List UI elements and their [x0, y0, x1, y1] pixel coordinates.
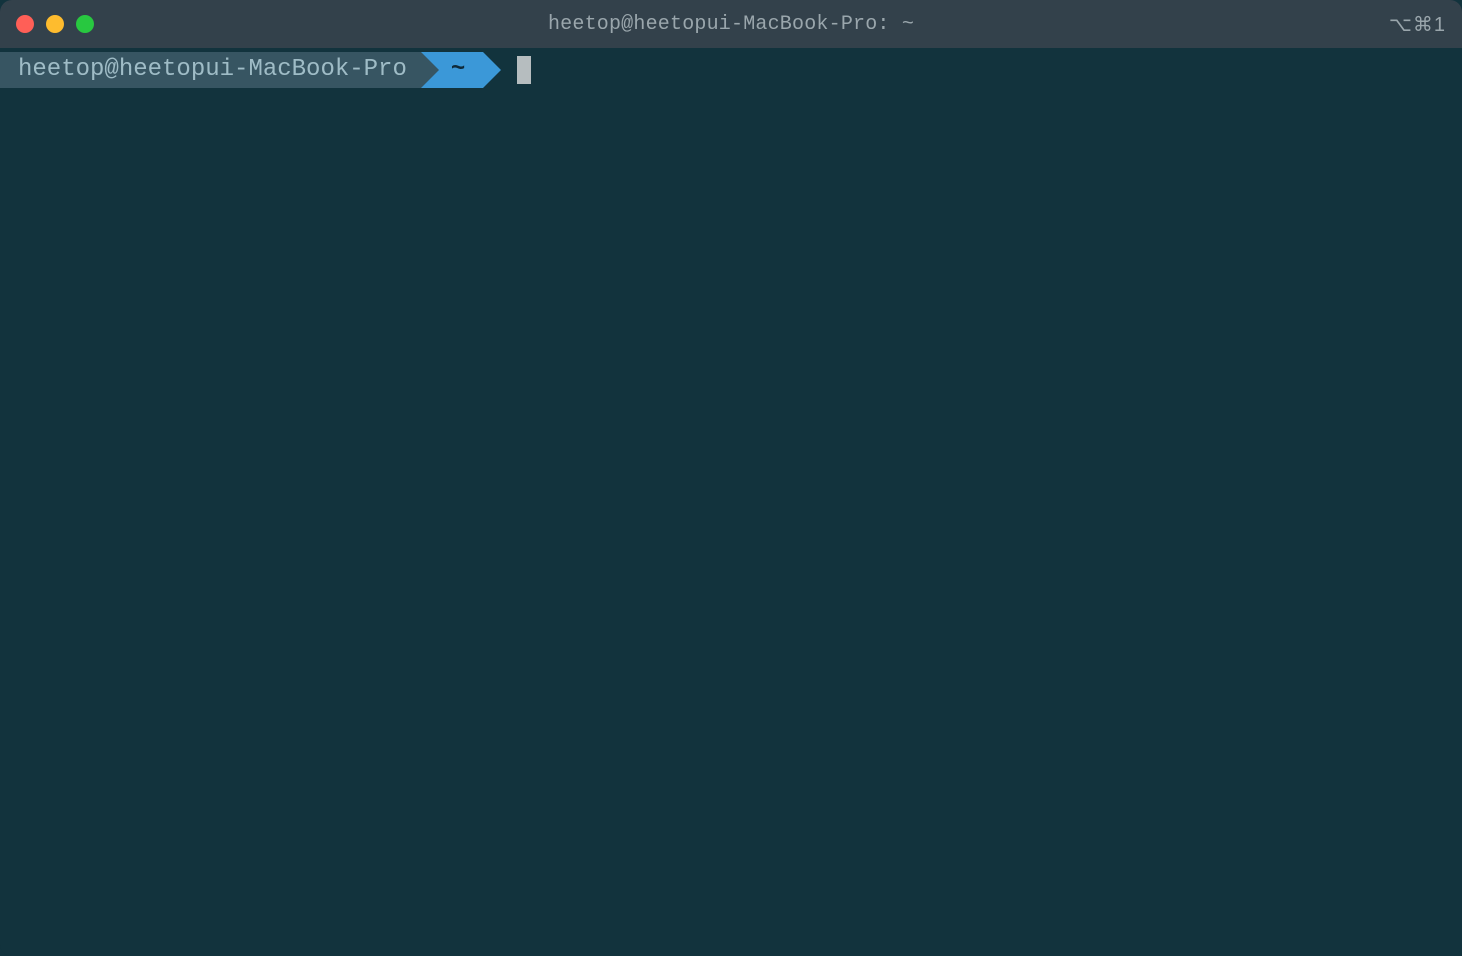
command-input-area[interactable] [483, 52, 1462, 88]
zoom-icon[interactable] [76, 15, 94, 33]
prompt-path: ~ [451, 52, 465, 88]
cursor-icon [517, 56, 531, 84]
traffic-lights [16, 15, 94, 33]
prompt-line[interactable]: heetop@heetopui-MacBook-Pro ~ [0, 52, 1462, 88]
close-icon[interactable] [16, 15, 34, 33]
terminal-window: heetop@heetopui-MacBook-Pro: ~ ⌥⌘1 heeto… [0, 0, 1462, 956]
prompt-user-host: heetop@heetopui-MacBook-Pro [18, 52, 407, 88]
titlebar[interactable]: heetop@heetopui-MacBook-Pro: ~ ⌥⌘1 [0, 0, 1462, 48]
prompt-user-host-segment: heetop@heetopui-MacBook-Pro [0, 52, 421, 88]
pane-shortcut-hint: ⌥⌘1 [1389, 12, 1446, 37]
window-title: heetop@heetopui-MacBook-Pro: ~ [0, 13, 1462, 36]
terminal-body[interactable]: heetop@heetopui-MacBook-Pro ~ [0, 48, 1462, 956]
minimize-icon[interactable] [46, 15, 64, 33]
